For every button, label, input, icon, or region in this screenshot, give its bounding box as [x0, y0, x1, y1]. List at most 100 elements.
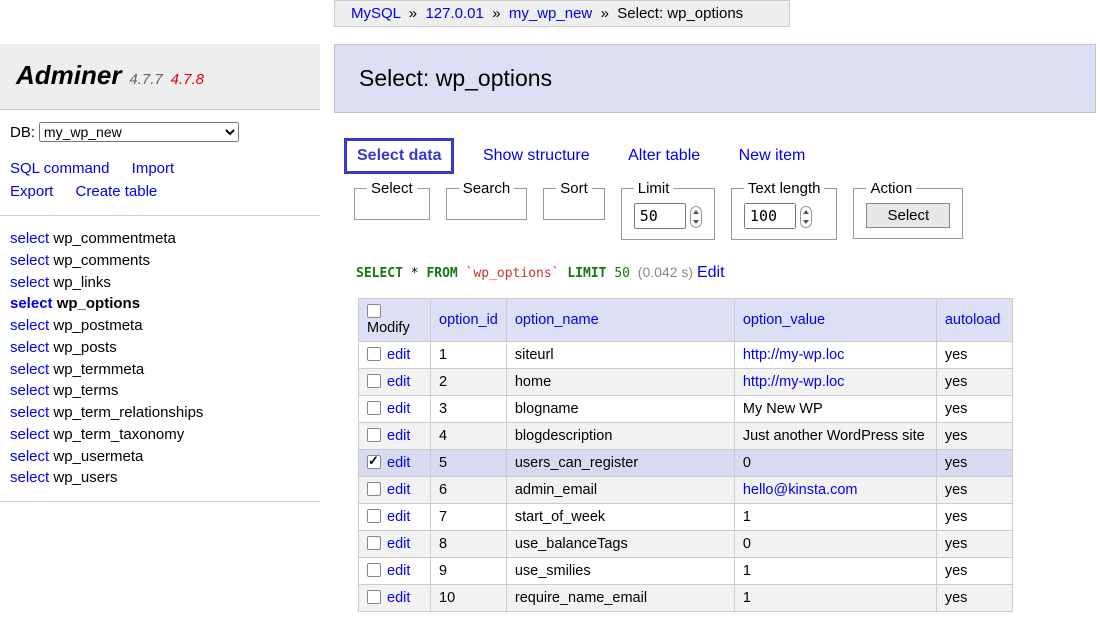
row-checkbox[interactable]	[367, 563, 381, 577]
table-select-link[interactable]: select	[10, 274, 49, 291]
table-select-link[interactable]: select	[10, 252, 49, 269]
sidebar-item-wp_posts[interactable]: select wp_posts	[10, 337, 310, 359]
table-select-link[interactable]: select	[10, 230, 49, 247]
table-name-link[interactable]: wp_options	[53, 295, 141, 312]
cell-autoload: yes	[936, 342, 1012, 369]
link-import[interactable]: Import	[132, 158, 175, 181]
value-link[interactable]: hello@kinsta.com	[743, 482, 858, 498]
table-name-link[interactable]: wp_users	[49, 469, 117, 486]
db-label: DB:	[10, 124, 35, 141]
sidebar-item-wp_links[interactable]: select wp_links	[10, 272, 310, 294]
table-select-link[interactable]: select	[10, 382, 49, 399]
sidebar-item-wp_postmeta[interactable]: select wp_postmeta	[10, 315, 310, 337]
edit-link[interactable]: edit	[387, 509, 410, 525]
sidebar-item-wp_users[interactable]: select wp_users	[10, 467, 310, 489]
spinner-icon[interactable]	[690, 206, 702, 228]
table-name-link[interactable]: wp_postmeta	[49, 317, 142, 334]
sidebar-item-wp_commentmeta[interactable]: select wp_commentmeta	[10, 228, 310, 250]
link-create-table[interactable]: Create table	[76, 181, 158, 204]
edit-query-link[interactable]: Edit	[697, 264, 725, 281]
edit-link[interactable]: edit	[387, 563, 410, 579]
edit-link[interactable]: edit	[387, 428, 410, 444]
row-checkbox[interactable]	[367, 509, 381, 523]
sidebar-item-wp_termmeta[interactable]: select wp_termmeta	[10, 359, 310, 381]
value-link[interactable]: http://my-wp.loc	[743, 374, 845, 390]
row-checkbox[interactable]	[367, 482, 381, 496]
breadcrumb-mysql[interactable]: MySQL	[351, 5, 400, 22]
table-select-link[interactable]: select	[10, 426, 49, 443]
table-select-link[interactable]: select	[10, 317, 49, 334]
cell-option-id: 6	[431, 477, 507, 504]
sidebar-item-wp_terms[interactable]: select wp_terms	[10, 380, 310, 402]
edit-link[interactable]: edit	[387, 347, 410, 363]
sidebar-item-wp_term_taxonomy[interactable]: select wp_term_taxonomy	[10, 424, 310, 446]
select-button[interactable]: Select	[866, 203, 950, 228]
spinner-icon[interactable]	[800, 206, 812, 228]
table-name-link[interactable]: wp_links	[49, 274, 111, 291]
table-name-link[interactable]: wp_term_taxonomy	[49, 426, 184, 443]
sidebar-item-wp_options[interactable]: select wp_options	[10, 293, 310, 315]
breadcrumb: MySQL » 127.0.01 » my_wp_new » Select: w…	[334, 0, 790, 27]
table-name-link[interactable]: wp_commentmeta	[49, 230, 176, 247]
legend-select: Select	[367, 180, 417, 197]
fieldset-sort[interactable]: Sort	[543, 180, 605, 220]
row-checkbox[interactable]	[367, 536, 381, 550]
limit-input[interactable]	[634, 203, 686, 229]
col-option-id[interactable]: option_id	[431, 299, 507, 342]
value-link[interactable]: http://my-wp.loc	[743, 347, 845, 363]
table-select-link[interactable]: select	[10, 339, 49, 356]
table-select-link[interactable]: select	[10, 404, 49, 421]
sidebar-item-wp_usermeta[interactable]: select wp_usermeta	[10, 446, 310, 468]
edit-link[interactable]: edit	[387, 536, 410, 552]
table-name-link[interactable]: wp_terms	[49, 382, 118, 399]
col-autoload[interactable]: autoload	[936, 299, 1012, 342]
row-checkbox[interactable]	[367, 590, 381, 604]
link-export[interactable]: Export	[10, 181, 53, 204]
breadcrumb-page: Select: wp_options	[617, 5, 743, 22]
table-select-link[interactable]: select	[10, 361, 49, 378]
table-name-link[interactable]: wp_comments	[49, 252, 150, 269]
cell-autoload: yes	[936, 477, 1012, 504]
tab-select-data[interactable]: Select data	[344, 138, 454, 174]
text-length-input[interactable]	[744, 203, 796, 229]
link-sql-command[interactable]: SQL command	[10, 158, 110, 181]
table-select-link[interactable]: select	[10, 448, 49, 465]
table-row: edit4blogdescriptionJust another WordPre…	[359, 423, 1013, 450]
row-checkbox[interactable]	[367, 428, 381, 442]
edit-link[interactable]: edit	[387, 590, 410, 606]
breadcrumb-host[interactable]: 127.0.01	[425, 5, 483, 22]
table-name-link[interactable]: wp_usermeta	[49, 448, 143, 465]
row-checkbox[interactable]	[367, 374, 381, 388]
row-checkbox[interactable]	[367, 347, 381, 361]
tab-show-structure[interactable]: Show structure	[473, 141, 600, 171]
table-name-link[interactable]: wp_term_relationships	[49, 404, 203, 421]
sidebar-item-wp_comments[interactable]: select wp_comments	[10, 250, 310, 272]
sql-limit-num: 50	[614, 266, 630, 281]
table-select-link[interactable]: select	[10, 469, 49, 486]
row-checkbox[interactable]	[367, 401, 381, 415]
breadcrumb-db[interactable]: my_wp_new	[509, 5, 592, 22]
logo-version: 4.7.7	[129, 71, 162, 88]
edit-link[interactable]: edit	[387, 455, 410, 471]
col-option-value[interactable]: option_value	[734, 299, 936, 342]
fieldset-search[interactable]: Search	[446, 180, 528, 220]
table-row: edit6admin_emailhello@kinsta.comyes	[359, 477, 1013, 504]
tab-alter-table[interactable]: Alter table	[618, 141, 710, 171]
table-name-link[interactable]: wp_termmeta	[49, 361, 144, 378]
db-select[interactable]: my_wp_new	[39, 122, 239, 142]
col-option-name[interactable]: option_name	[506, 299, 734, 342]
legend-search: Search	[459, 180, 515, 197]
edit-link[interactable]: edit	[387, 482, 410, 498]
table-select-link[interactable]: select	[10, 295, 53, 312]
tab-new-item[interactable]: New item	[729, 141, 816, 171]
legend-action: Action	[866, 180, 916, 197]
cell-option-name: siteurl	[506, 342, 734, 369]
checkbox-all[interactable]	[367, 304, 381, 318]
sidebar-item-wp_term_relationships[interactable]: select wp_term_relationships	[10, 402, 310, 424]
row-checkbox[interactable]	[367, 455, 381, 469]
fieldset-select[interactable]: Select	[354, 180, 430, 220]
table-name-link[interactable]: wp_posts	[49, 339, 117, 356]
edit-link[interactable]: edit	[387, 401, 410, 417]
edit-link[interactable]: edit	[387, 374, 410, 390]
cell-autoload: yes	[936, 558, 1012, 585]
